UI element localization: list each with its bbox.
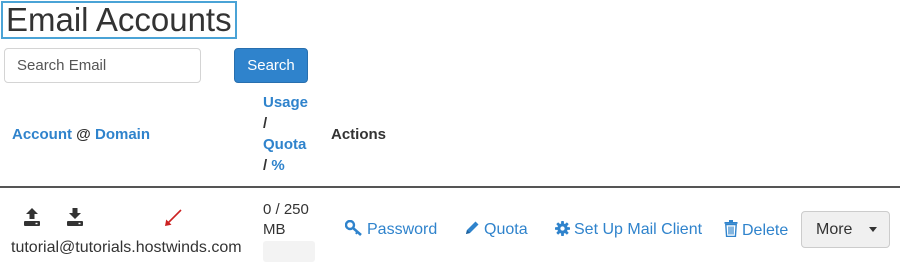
slash-separator: / — [263, 115, 268, 132]
usage-progress-bar — [263, 241, 315, 262]
slash-separator: / — [263, 157, 268, 174]
delete-button[interactable]: Delete — [724, 220, 788, 243]
search-button[interactable]: Search — [234, 48, 308, 83]
quota-button[interactable]: Quota — [464, 220, 528, 242]
sort-usage-link[interactable]: Usage — [263, 92, 323, 113]
email-accounts-page: Email Accounts Search Account @ Domain U… — [0, 0, 900, 271]
usage-amount: 0 / 250 — [263, 201, 309, 218]
sort-domain-link[interactable]: Domain — [95, 126, 150, 143]
usage-quota-value: 0 / 250 MB — [263, 200, 318, 240]
sort-percent-link[interactable]: % — [271, 157, 284, 174]
key-icon — [344, 219, 363, 242]
sort-account-link[interactable]: Account — [12, 126, 72, 143]
delete-label: Delete — [742, 222, 789, 239]
caret-down-icon — [869, 227, 877, 232]
usage-unit: MB — [263, 221, 286, 238]
setup-mail-client-button[interactable]: Set Up Mail Client — [555, 220, 702, 242]
red-arrow-annotation — [162, 208, 184, 233]
more-dropdown-button[interactable]: More — [801, 211, 890, 248]
sort-quota-link[interactable]: Quota — [263, 134, 323, 155]
pencil-icon — [464, 220, 480, 242]
trash-icon — [724, 220, 738, 243]
page-title: Email Accounts — [1, 1, 237, 39]
password-button[interactable]: Password — [344, 219, 438, 242]
search-input[interactable] — [4, 48, 201, 83]
at-sign-label: @ — [76, 126, 91, 143]
upload-icon[interactable] — [23, 207, 41, 227]
column-header-account-domain: Account @ Domain — [12, 124, 150, 145]
setup-mail-client-label: Set Up Mail Client — [574, 221, 703, 238]
column-header-actions: Actions — [331, 126, 387, 143]
password-label: Password — [367, 221, 438, 238]
table-header-divider — [0, 186, 900, 188]
gear-icon — [555, 221, 570, 242]
account-email: tutorial@tutorials.hostwinds.com — [11, 239, 242, 256]
more-label: More — [816, 221, 853, 238]
quota-label: Quota — [484, 221, 528, 238]
column-header-usage-quota: Usage / Quota / % — [263, 92, 323, 176]
download-icon[interactable] — [66, 207, 84, 227]
